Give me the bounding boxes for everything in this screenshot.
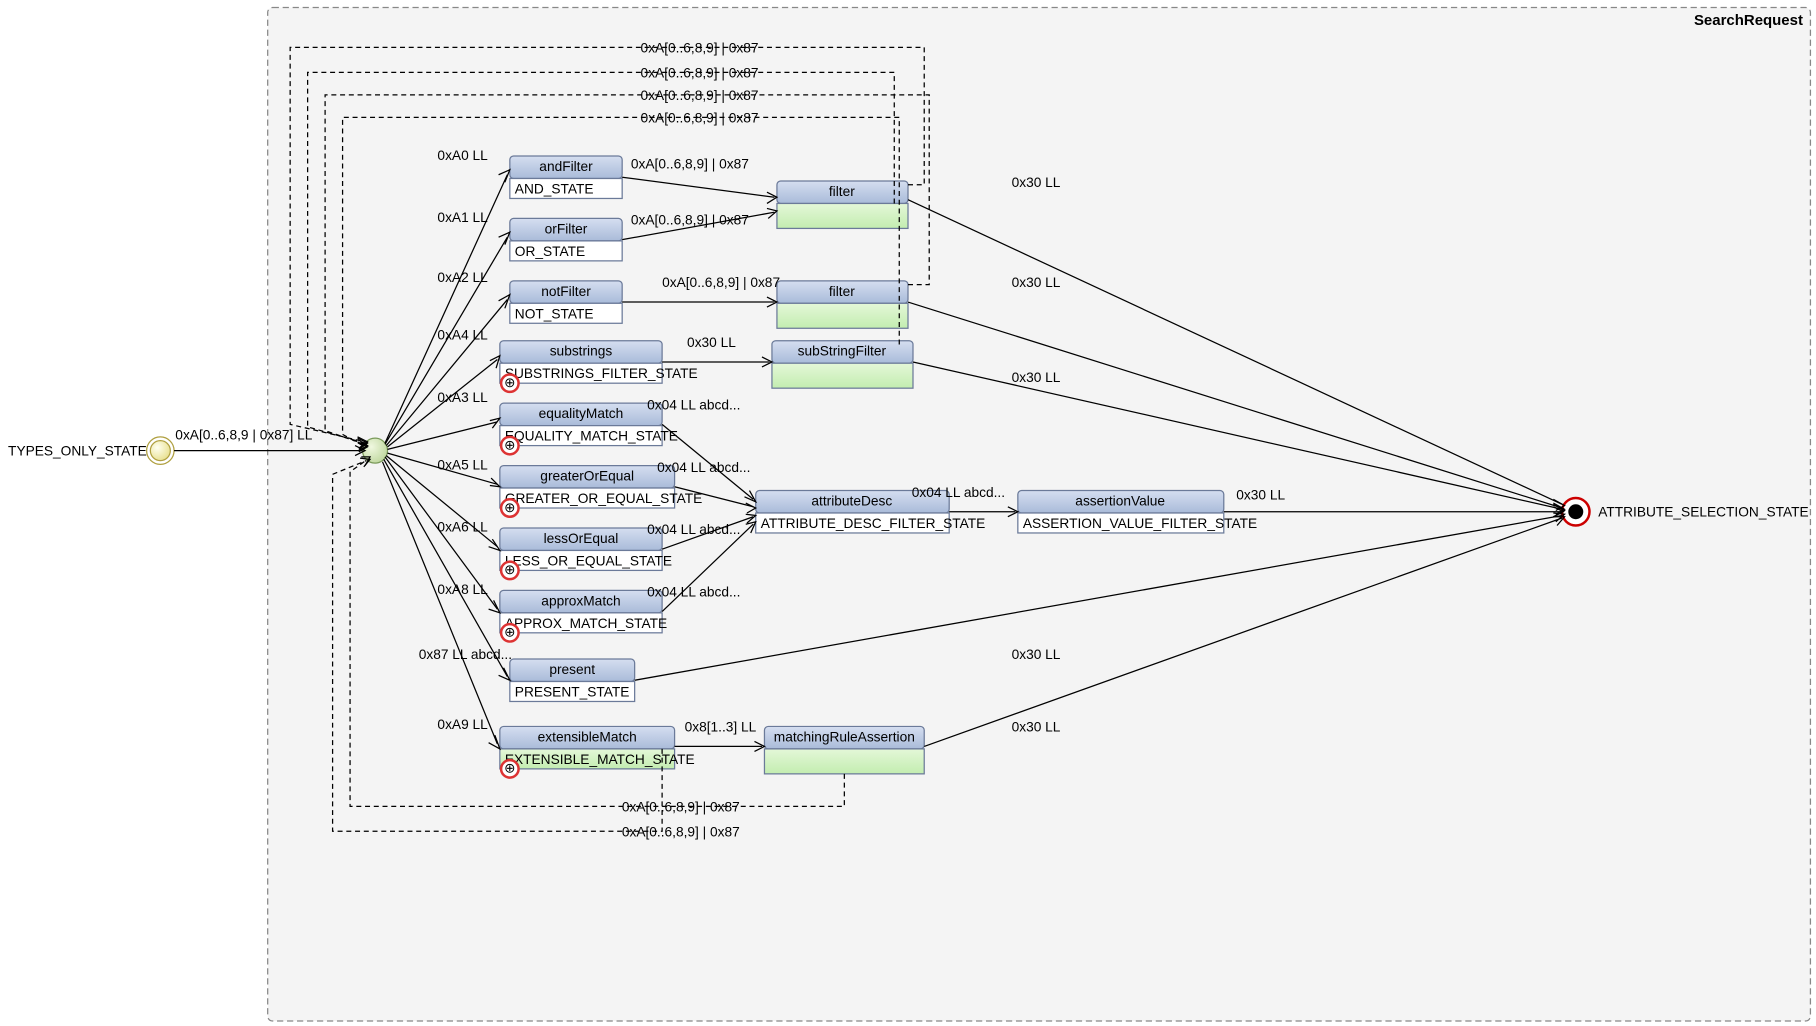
start-state	[147, 437, 174, 464]
svg-text:greaterOrEqual: greaterOrEqual	[540, 469, 634, 484]
svg-text:ATTRIBUTE_DESC_FILTER_STATE: ATTRIBUTE_DESC_FILTER_STATE	[761, 516, 986, 531]
svg-text:equalityMatch: equalityMatch	[539, 406, 624, 421]
edge-label: 0xA8 LL	[437, 582, 488, 597]
svg-text:⊕: ⊕	[504, 500, 516, 515]
edge-label: 0x30 LL	[1012, 647, 1061, 662]
svg-text:assertionValue: assertionValue	[1075, 494, 1165, 509]
svg-text:⊕: ⊕	[504, 437, 516, 452]
edge-label: 0xA6 LL	[437, 520, 488, 535]
node-filter-1: filter	[777, 181, 908, 228]
svg-text:⊕: ⊕	[504, 625, 516, 640]
svg-text:PRESENT_STATE: PRESENT_STATE	[515, 684, 630, 699]
edge-label: 0xA[0..6,8,9] | 0x87	[641, 110, 759, 125]
svg-text:approxMatch: approxMatch	[541, 593, 620, 608]
svg-text:notFilter: notFilter	[541, 284, 591, 299]
edge-label: 0xA[0..6,8,9] | 0x87	[631, 157, 749, 172]
svg-text:⊕: ⊕	[504, 562, 516, 577]
edge-label: 0x04 LL abcd...	[647, 585, 740, 600]
start-state-label: TYPES_ONLY_STATE	[8, 444, 147, 459]
edge-label: 0xA1 LL	[437, 210, 488, 225]
edge-label: 0xA[0..6,8,9] | 0x87	[641, 40, 759, 55]
node-substring-filter: subStringFilter	[772, 341, 913, 388]
edge-label: 0x30 LL	[1012, 719, 1061, 734]
node-matching-rule-assertion: matchingRuleAssertion	[764, 726, 924, 773]
end-state	[1562, 498, 1589, 525]
frame-title: SearchRequest	[1694, 12, 1803, 29]
edge-label: 0xA2 LL	[437, 270, 488, 285]
edge-label: 0x87 LL abcd...	[419, 647, 512, 662]
svg-text:LESS_OR_EQUAL_STATE: LESS_OR_EQUAL_STATE	[505, 553, 672, 568]
edge-label: 0x30 LL	[1012, 370, 1061, 385]
edge-label: 0x8[1..3] LL	[685, 719, 757, 734]
svg-text:AND_STATE: AND_STATE	[515, 181, 594, 196]
edge-label: 0xA[0..6,8,9] | 0x87	[662, 275, 780, 290]
edge-label: 0xA[0..6,8,9] | 0x87	[631, 213, 749, 228]
svg-text:attributeDesc: attributeDesc	[811, 494, 892, 509]
svg-text:extensibleMatch: extensibleMatch	[538, 729, 637, 744]
diagram-canvas: SearchRequest TYPES_ONLY_STATE ATTRIBUTE…	[0, 0, 1816, 1026]
edge-label: 0x04 LL abcd...	[647, 397, 740, 412]
node-and-filter: andFilter AND_STATE	[510, 156, 622, 198]
edge-label: 0x04 LL abcd...	[657, 460, 750, 475]
edge-label: 0x04 LL abcd...	[912, 485, 1005, 500]
edge-label: 0xA4 LL	[437, 328, 488, 343]
node-filter-2: filter	[777, 281, 908, 328]
node-not-filter: notFilter NOT_STATE	[510, 281, 622, 323]
edge-label: 0xA5 LL	[437, 457, 488, 472]
svg-text:orFilter: orFilter	[545, 221, 588, 236]
svg-text:NOT_STATE: NOT_STATE	[515, 306, 594, 321]
svg-text:filter: filter	[829, 284, 855, 299]
edge-label: 0x30 LL	[687, 335, 736, 350]
end-state-label: ATTRIBUTE_SELECTION_STATE	[1598, 505, 1808, 520]
svg-text:EQUALITY_MATCH_STATE: EQUALITY_MATCH_STATE	[505, 429, 678, 444]
svg-text:lessOrEqual: lessOrEqual	[544, 531, 619, 546]
svg-text:filter: filter	[829, 184, 855, 199]
edge-label: 0xA[0..6,8,9] | 0x87	[641, 88, 759, 103]
svg-text:EXTENSIBLE_MATCH_STATE: EXTENSIBLE_MATCH_STATE	[505, 752, 695, 767]
edge-label: 0x04 LL abcd...	[647, 522, 740, 537]
edge-label: 0x30 LL	[1012, 175, 1061, 190]
svg-text:OR_STATE: OR_STATE	[515, 244, 585, 259]
svg-text:andFilter: andFilter	[539, 159, 593, 174]
svg-text:⊕: ⊕	[504, 375, 516, 390]
svg-text:GREATER_OR_EQUAL_STATE: GREATER_OR_EQUAL_STATE	[505, 491, 702, 506]
svg-text:APPROX_MATCH_STATE: APPROX_MATCH_STATE	[505, 616, 667, 631]
edge-label: 0xA3 LL	[437, 390, 488, 405]
svg-text:substrings: substrings	[550, 344, 613, 359]
node-assertion-value: assertionValue ASSERTION_VALUE_FILTER_ST…	[1018, 491, 1257, 533]
svg-text:ASSERTION_VALUE_FILTER_STATE: ASSERTION_VALUE_FILTER_STATE	[1023, 516, 1257, 531]
edge-label-start: 0xA[0..6,8,9 | 0x87] LL	[175, 427, 312, 442]
svg-text:matchingRuleAssertion: matchingRuleAssertion	[774, 729, 915, 744]
node-present: present PRESENT_STATE	[510, 659, 635, 701]
edge-label: 0x30 LL	[1236, 487, 1285, 502]
edge-label: 0xA[0..6,8,9] | 0x87	[622, 799, 740, 814]
node-or-filter: orFilter OR_STATE	[510, 218, 622, 260]
svg-text:present: present	[549, 662, 595, 677]
svg-text:⊕: ⊕	[504, 761, 516, 776]
edge-label: 0x30 LL	[1012, 275, 1061, 290]
edge-label: 0xA0 LL	[437, 148, 488, 163]
edge-label: 0xA[0..6,8,9] | 0x87	[641, 65, 759, 80]
edge-label: 0xA[0..6,8,9] | 0x87	[622, 824, 740, 839]
svg-text:subStringFilter: subStringFilter	[798, 344, 887, 359]
svg-text:SUBSTRINGS_FILTER_STATE: SUBSTRINGS_FILTER_STATE	[505, 366, 698, 381]
edge-label: 0xA9 LL	[437, 717, 488, 732]
